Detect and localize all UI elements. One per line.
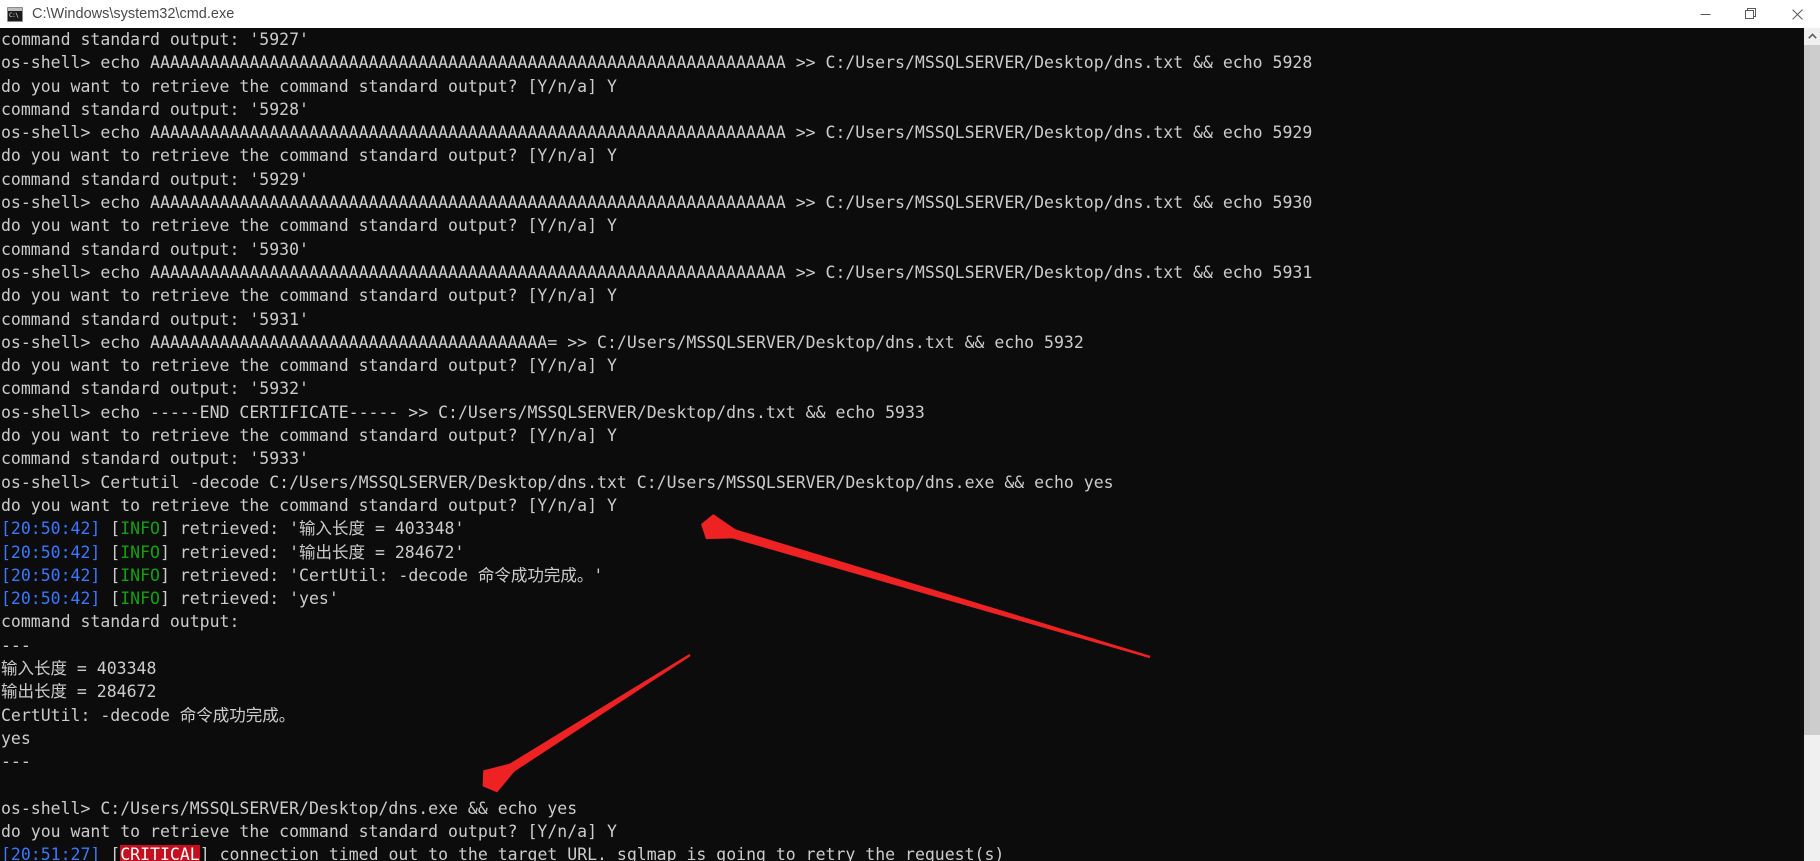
terminal-line: os-shell> echo AAAAAAAAAAAAAAAAAAAAAAAAA… <box>1 262 1313 282</box>
vertical-scrollbar[interactable] <box>1804 28 1820 861</box>
cmd-console-icon <box>7 6 23 22</box>
terminal-line: --- <box>1 752 31 772</box>
terminal-line: [20:50:42] [INFO] retrieved: 'yes' <box>0 587 1804 610</box>
log-level-info: [INFO] <box>110 589 170 609</box>
window-controls <box>1682 0 1820 28</box>
terminal-line: command standard output: <box>1 612 240 632</box>
log-message: retrieved: '输出长度 = 284672' <box>169 542 465 562</box>
window-title: C:\Windows\system32\cmd.exe <box>32 6 235 22</box>
log-level-critical: [CRITICAL] <box>110 845 210 861</box>
terminal-line: os-shell> echo -----END CERTIFICATE-----… <box>1 402 925 422</box>
scroll-thumb[interactable] <box>1804 45 1820 735</box>
terminal-line: os-shell> echo AAAAAAAAAAAAAAAAAAAAAAAAA… <box>1 332 1084 352</box>
titlebar-left: C:\Windows\system32\cmd.exe <box>0 6 1682 22</box>
terminal-line: CertUtil: -decode 命令成功完成。 <box>1 705 296 725</box>
terminal-line: yes <box>1 728 31 748</box>
log-level-info: [INFO] <box>110 519 170 539</box>
terminal-line: [20:51:27] [CRITICAL] connection timed o… <box>0 843 1804 861</box>
minimize-icon[interactable] <box>1682 0 1728 28</box>
terminal-line: command standard output: '5931' <box>1 309 309 329</box>
window-titlebar[interactable]: C:\Windows\system32\cmd.exe <box>0 0 1820 28</box>
terminal-line: command standard output: '5930' <box>1 239 309 259</box>
cmd-window: C:\Windows\system32\cmd.exe command stan… <box>0 0 1820 861</box>
chevron-up-icon[interactable] <box>1804 28 1820 45</box>
log-timestamp: [20:50:42] <box>1 589 101 609</box>
log-timestamp: [20:51:27] <box>1 845 101 861</box>
terminal-line: [20:50:42] [INFO] retrieved: '输出长度 = 284… <box>0 541 1804 564</box>
log-timestamp: [20:50:42] <box>1 519 101 539</box>
terminal-line: 输出长度 = 284672 <box>1 682 157 702</box>
terminal-output[interactable]: command standard output: '5927' os-shell>… <box>0 28 1804 861</box>
log-level-info: [INFO] <box>110 565 170 585</box>
log-timestamp: [20:50:42] <box>1 542 101 562</box>
terminal-line: do you want to retrieve the command stan… <box>1 76 617 96</box>
terminal-line: command standard output: '5929' <box>1 169 309 189</box>
log-level-info: [INFO] <box>110 542 170 562</box>
close-icon[interactable] <box>1774 0 1820 28</box>
terminal-line: command standard output: '5932' <box>1 379 309 399</box>
log-message: retrieved: 'yes' <box>169 589 339 609</box>
terminal-line: os-shell> echo AAAAAAAAAAAAAAAAAAAAAAAAA… <box>1 53 1313 73</box>
terminal-line: os-shell> echo AAAAAAAAAAAAAAAAAAAAAAAAA… <box>1 123 1313 143</box>
terminal-line: command standard output: '5928' <box>1 99 309 119</box>
terminal-line: 输入长度 = 403348 <box>1 659 157 679</box>
terminal-line: [20:50:42] [INFO] retrieved: 'CertUtil: … <box>0 564 1804 587</box>
terminal-line: --- <box>1 635 31 655</box>
terminal-line: [20:50:42] [INFO] retrieved: '输入长度 = 403… <box>0 517 1804 540</box>
log-message: retrieved: 'CertUtil: -decode 命令成功完成。' <box>169 565 604 585</box>
terminal-line: do you want to retrieve the command stan… <box>1 495 617 515</box>
terminal-line: do you want to retrieve the command stan… <box>1 216 617 236</box>
log-timestamp: [20:50:42] <box>1 565 101 585</box>
terminal-line: os-shell> echo AAAAAAAAAAAAAAAAAAAAAAAAA… <box>1 193 1313 213</box>
terminal-line: do you want to retrieve the command stan… <box>1 822 617 842</box>
log-message: connection timed out to the target URL. … <box>209 845 1005 861</box>
terminal-line: command standard output: '5933' <box>1 449 309 469</box>
terminal-line: os-shell> C:/Users/MSSQLSERVER/Desktop/d… <box>1 798 578 818</box>
log-message: retrieved: '输入长度 = 403348' <box>169 519 465 539</box>
terminal-line: do you want to retrieve the command stan… <box>1 356 617 376</box>
terminal-line: command standard output: '5927' <box>1 30 309 49</box>
terminal-line: do you want to retrieve the command stan… <box>1 426 617 446</box>
terminal-line: do you want to retrieve the command stan… <box>1 286 617 306</box>
restore-icon[interactable] <box>1728 0 1774 28</box>
terminal-line: os-shell> Certutil -decode C:/Users/MSSQ… <box>1 472 1114 492</box>
terminal-line: do you want to retrieve the command stan… <box>1 146 617 166</box>
